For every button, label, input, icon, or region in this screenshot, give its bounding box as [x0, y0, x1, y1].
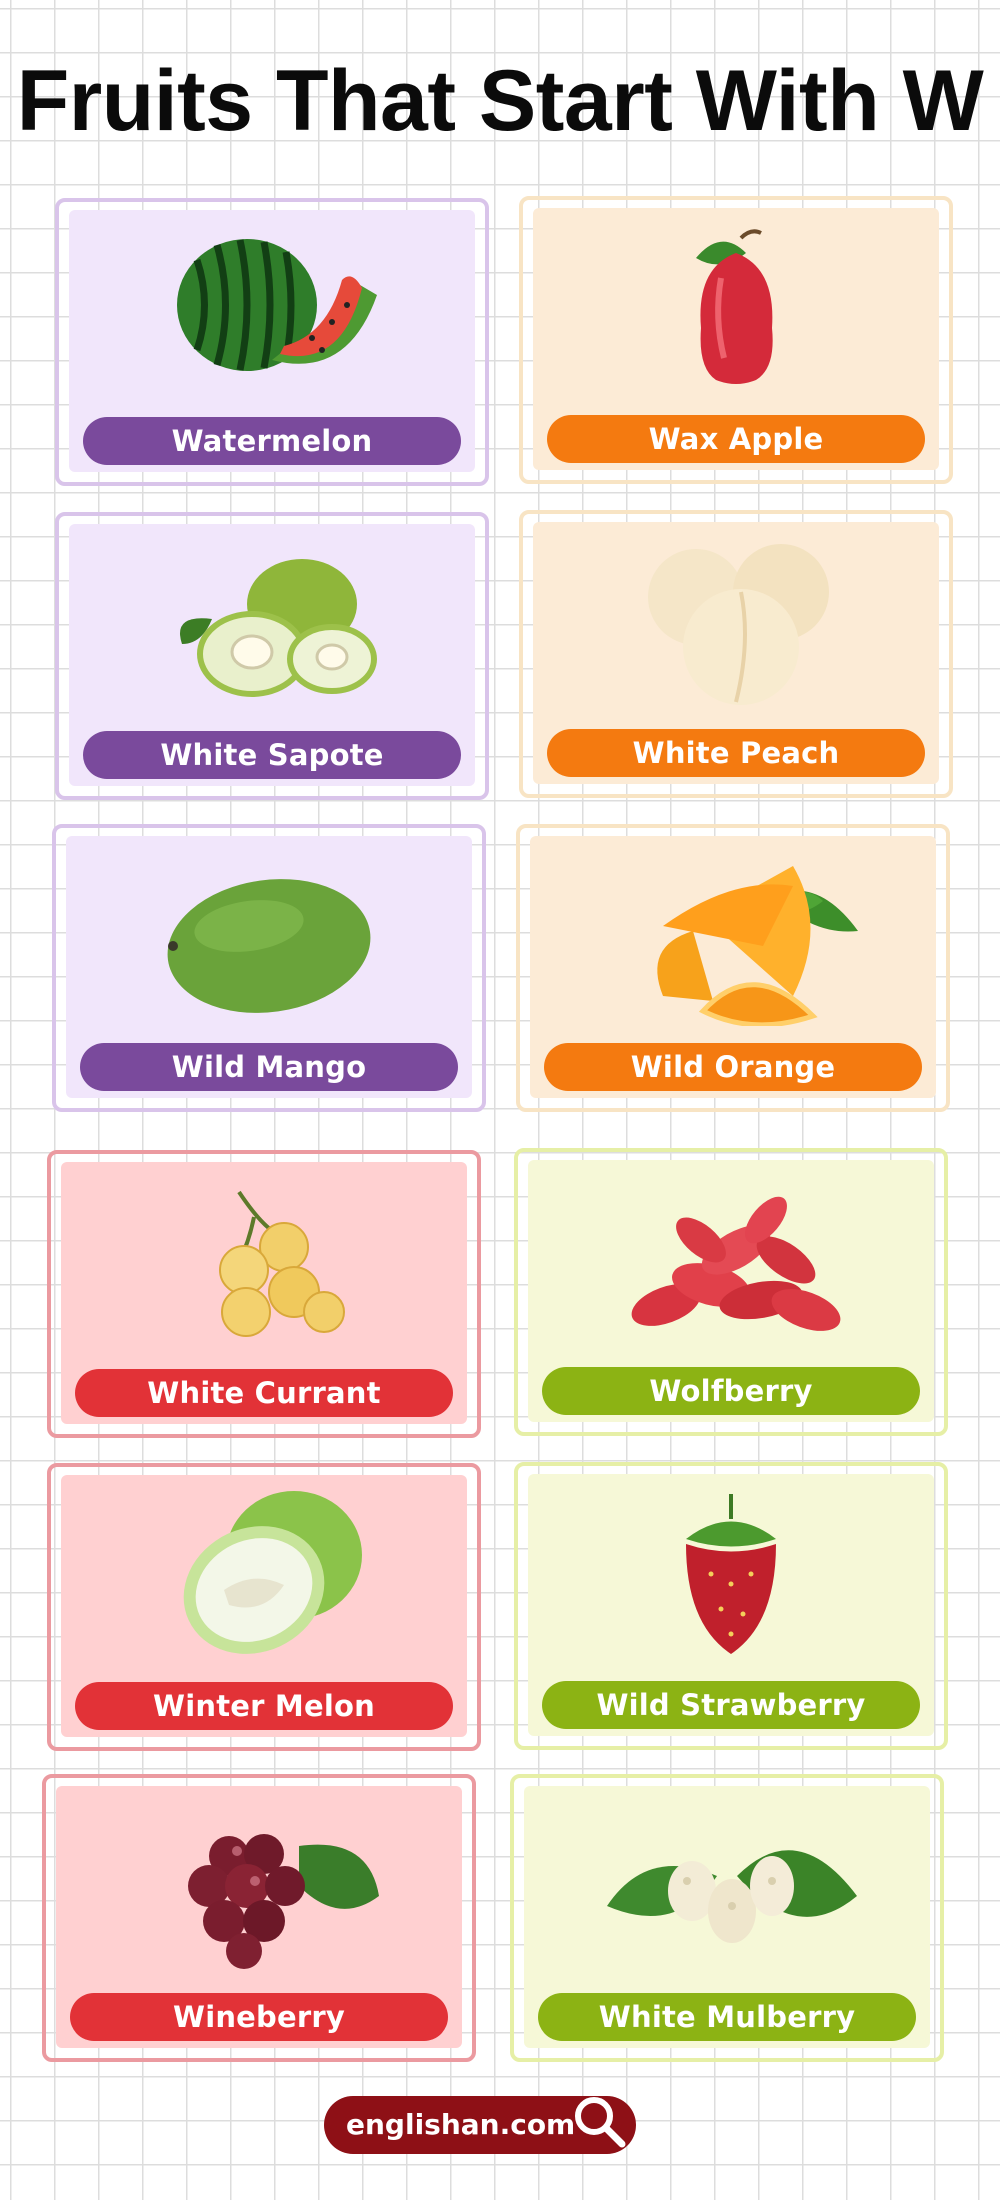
- watermelon-icon: [177, 239, 377, 371]
- white-mulberry-icon: [607, 1850, 857, 1943]
- fruit-label: Wax Apple: [547, 415, 925, 463]
- brand-name: englishan.com: [346, 2108, 576, 2141]
- wild-mango-icon: [167, 879, 371, 1013]
- fruit-label: Winter Melon: [75, 1682, 453, 1730]
- fruit-label: White Peach: [547, 729, 925, 777]
- fruit-label: Watermelon: [83, 417, 461, 465]
- search-icon: [570, 2092, 630, 2157]
- wild-strawberry-icon: [686, 1494, 776, 1654]
- wax-apple-icon: [696, 229, 773, 384]
- white-peach-icon: [648, 544, 829, 705]
- wild-orange-icon: [657, 866, 858, 1026]
- fruit-label: Wolfberry: [542, 1367, 920, 1415]
- white-sapote-icon: [180, 559, 377, 697]
- fruit-card-wax-apple: Wax Apple: [519, 196, 953, 484]
- fruit-card-white-mulberry: White Mulberry: [510, 1774, 944, 2062]
- fruit-card-wolfberry: Wolfberry: [514, 1148, 948, 1436]
- fruit-card-wild-strawberry: Wild Strawberry: [514, 1462, 948, 1750]
- page-title: Fruits That Start With W: [16, 53, 984, 149]
- white-currant-icon: [219, 1190, 345, 1337]
- fruit-label: White Currant: [75, 1369, 453, 1417]
- fruit-card-wild-mango: Wild Mango: [52, 824, 486, 1112]
- brand-badge[interactable]: englishan.com: [324, 2096, 636, 2154]
- wolfberry-icon: [631, 1196, 841, 1331]
- fruit-card-wineberry: Wineberry: [42, 1774, 476, 2062]
- fruit-label: Wild Strawberry: [542, 1681, 920, 1729]
- fruit-label: Wineberry: [70, 1993, 448, 2041]
- fruit-card-wild-orange: Wild Orange: [516, 824, 950, 1112]
- winter-melon-icon: [183, 1491, 362, 1654]
- fruit-card-white-peach: White Peach: [519, 510, 953, 798]
- fruit-card-white-sapote: White Sapote: [55, 512, 489, 800]
- wineberry-icon: [188, 1834, 379, 1969]
- fruit-card-winter-melon: Winter Melon: [47, 1463, 481, 1751]
- fruit-label: White Mulberry: [538, 1993, 916, 2041]
- fruit-label: White Sapote: [83, 731, 461, 779]
- fruit-label: Wild Orange: [544, 1043, 922, 1091]
- fruit-card-watermelon: Watermelon: [55, 198, 489, 486]
- fruit-card-white-currant: White Currant: [47, 1150, 481, 1438]
- fruit-label: Wild Mango: [80, 1043, 458, 1091]
